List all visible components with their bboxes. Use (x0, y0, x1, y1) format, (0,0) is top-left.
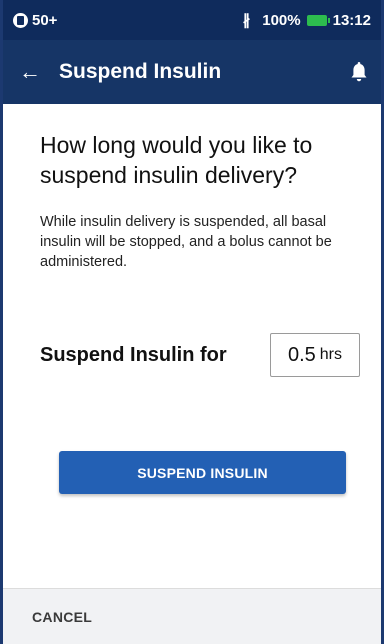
suspend-description: While insulin delivery is suspended, all… (40, 214, 332, 270)
clock-time: 13:12 (332, 11, 371, 29)
bluetooth-icon: ∦ (242, 12, 251, 29)
suspend-question: How long would you like to suspend insul… (40, 132, 313, 188)
suspend-insulin-button[interactable]: SUSPEND INSULIN (59, 451, 346, 494)
back-arrow-icon[interactable]: ← (19, 61, 49, 83)
footer-bar: CANCEL (3, 588, 381, 644)
suspend-duration-label: Suspend Insulin for (40, 343, 227, 366)
duration-value: 0.5 (287, 343, 316, 366)
duration-input[interactable]: 0.5 hrs (270, 333, 360, 377)
cancel-button[interactable]: CANCEL (32, 609, 92, 625)
status-left: 50+ (13, 12, 57, 29)
duration-unit: hrs (319, 346, 343, 363)
status-right: ∦ 100% 13:12 (242, 11, 371, 30)
page-title: Suspend Insulin (59, 60, 222, 83)
suspend-duration-row: Suspend Insulin for 0.5 hrs (40, 333, 360, 377)
device-screen: 50+ ∦ 100% 13:12 ← Suspend Insulin How l… (0, 0, 384, 644)
sim-icon (13, 12, 28, 28)
signal-text: 50+ (32, 11, 58, 29)
suspend-content: How long would you like to suspend insul… (40, 130, 360, 272)
notification-bell-icon[interactable] (349, 61, 369, 83)
status-bar: 50+ ∦ 100% 13:12 (3, 0, 381, 40)
battery-icon (306, 14, 330, 26)
battery-percent: 100% (262, 11, 301, 29)
app-header: ← Suspend Insulin (3, 40, 381, 104)
